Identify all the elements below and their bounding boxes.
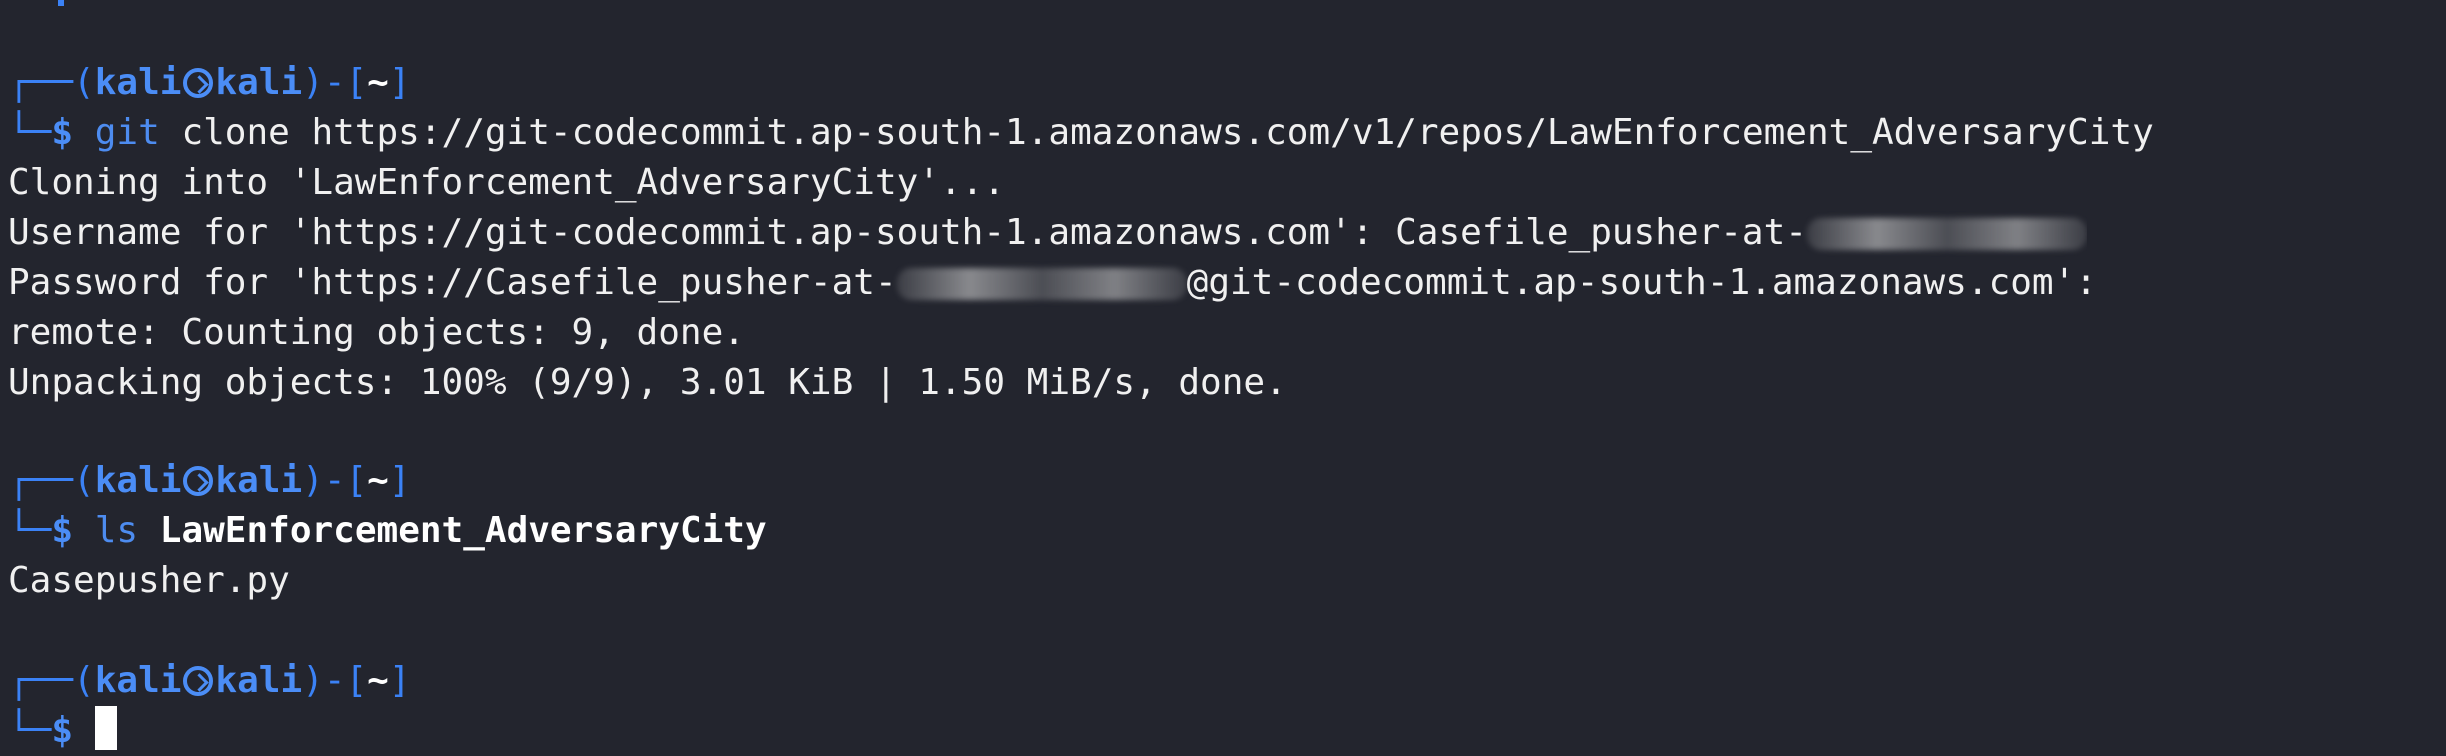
command-line-active[interactable]: └─$ xyxy=(8,706,117,756)
command-line: └─$ ls LawEnforcement_AdversaryCity xyxy=(8,510,767,551)
output-line: Cloning into 'LawEnforcement_AdversaryCi… xyxy=(8,162,1005,203)
scrolled-prompt-fragment xyxy=(58,0,64,6)
command-args: LawEnforcement_AdversaryCity xyxy=(159,510,767,551)
prompt-dir: ~ xyxy=(367,62,389,103)
prompt-user: kali xyxy=(94,62,182,103)
command-name: ls xyxy=(94,510,139,551)
kali-dragon-icon xyxy=(183,466,214,496)
command-name: git xyxy=(94,112,160,153)
prompt-line-top: ┌──(kali kali)-[~] xyxy=(8,660,411,701)
output-line: Username for 'https://git-codecommit.ap-… xyxy=(8,208,2087,258)
terminal-window[interactable]: ┌──(kali kali)-[~] └─$ git clone https://… xyxy=(8,0,2438,756)
command-line: └─$ git clone https://git-codecommit.ap-… xyxy=(8,112,2154,153)
prompt-host: kali xyxy=(215,62,303,103)
prompt-line-top: ┌──(kali kali)-[~] xyxy=(8,62,411,103)
kali-dragon-icon xyxy=(183,68,214,98)
output-line: Casepusher.py xyxy=(8,560,290,601)
prompt-line-top: ┌──(kali kali)-[~] xyxy=(8,460,411,501)
output-line: Password for 'https://Casefile_pusher-at… xyxy=(8,262,2097,303)
output-line: Unpacking objects: 100% (9/9), 3.01 KiB … xyxy=(8,362,1287,403)
output-line: remote: Counting objects: 9, done. xyxy=(8,312,745,353)
block-cursor[interactable] xyxy=(94,706,117,750)
command-args: clone https://git-codecommit.ap-south-1.… xyxy=(159,112,2154,153)
redacted-account-id xyxy=(896,268,1187,300)
redacted-account-id xyxy=(1806,218,2087,250)
kali-dragon-icon xyxy=(183,666,214,696)
